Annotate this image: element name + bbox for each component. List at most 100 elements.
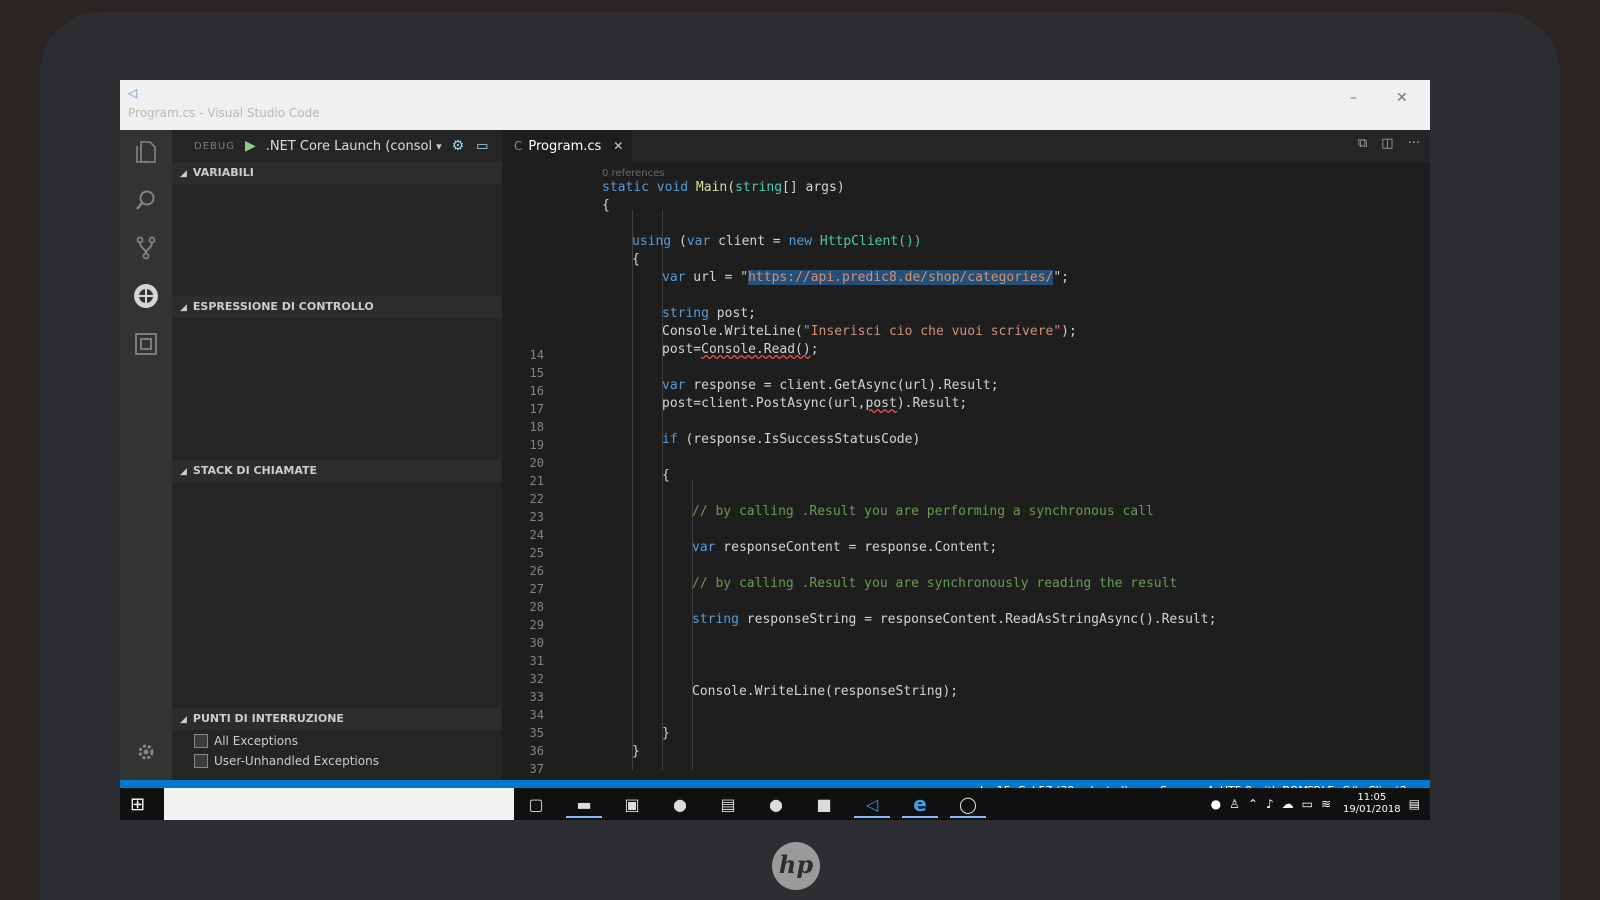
battery-icon[interactable]: ▭ (1302, 797, 1313, 811)
line-number-gutter: 14 15 16 17 18 19 20 21 22 23 24 25 26 2… (502, 162, 566, 812)
launch-settings-gear-icon[interactable]: ⚙ (452, 138, 465, 154)
line-number: 34 (529, 708, 544, 722)
code-line: } (662, 726, 670, 741)
editor-actions: ⧉ ◫ ··· (1344, 136, 1420, 151)
hp-logo: hp (772, 842, 820, 890)
taskbar-search-box[interactable] (164, 788, 514, 820)
breakpoint-user-unhandled[interactable]: User-Unhandled Exceptions (194, 754, 379, 768)
editor-area: C Program.cs ✕ ⧉ ◫ ··· 14 15 16 17 18 19… (502, 130, 1430, 812)
code-line: if (response.IsSuccessStatusCode) (662, 432, 921, 447)
code-line: using (var client = new HttpClient()) (632, 234, 922, 249)
line-number: 16 (529, 384, 544, 398)
line-number: 37 (529, 762, 544, 776)
store-icon[interactable]: ▣ (614, 792, 650, 816)
edge-icon[interactable]: e (902, 792, 938, 818)
tab-program-cs[interactable]: C Program.cs ✕ (502, 130, 632, 162)
error-squiggle: post (865, 396, 897, 411)
code-line: var responseContent = response.Content; (692, 540, 998, 555)
debug-toolbar: DEBUG ▶ .NET Core Launch (consol ▾ ⚙ ▭ (172, 130, 502, 162)
more-actions-icon[interactable]: ··· (1408, 136, 1420, 151)
clock-time: 11:05 (1357, 792, 1387, 803)
chevron-up-icon[interactable]: ⌃ (1248, 797, 1258, 811)
line-number: 24 (529, 528, 544, 542)
code-line: { (632, 252, 640, 267)
code-line: // by calling .Result you are performing… (692, 504, 1154, 519)
close-tab-icon[interactable]: ✕ (613, 139, 623, 153)
code-line: { (662, 468, 670, 483)
variables-section-header[interactable]: ◢ VARIABILI (172, 162, 502, 184)
chrome-icon[interactable]: ● (662, 792, 698, 816)
codelens-references[interactable]: 0 references (602, 168, 665, 179)
onedrive-icon[interactable]: ☁ (1282, 797, 1294, 811)
debug-console-icon[interactable]: ▭ (476, 139, 488, 154)
watch-title: ESPRESSIONE DI CONTROLLO (192, 300, 374, 313)
line-number: 21 (529, 474, 544, 488)
line-number: 25 (529, 546, 544, 560)
code-line: static void Main(string[] args) (602, 180, 845, 195)
code-line: post=Console.Read(); (662, 342, 819, 357)
file-explorer-icon[interactable]: ▬ (566, 792, 602, 818)
minimize-button[interactable]: – (1350, 90, 1357, 106)
debug-icon[interactable] (130, 280, 162, 312)
breakpoints-title: PUNTI DI INTERRUZIONE (192, 712, 344, 725)
caret-down-icon: ◢ (180, 303, 187, 313)
screen: ◁ Program.cs - Visual Studio Code – ✕ DE… (120, 80, 1430, 820)
line-number: 26 (529, 564, 544, 578)
line-number: 20 (529, 456, 544, 470)
code-line: { (602, 198, 610, 213)
source-control-icon[interactable] (130, 232, 162, 264)
line-number: 28 (529, 600, 544, 614)
chat-icon[interactable]: ◯ (950, 792, 986, 818)
search-icon[interactable] (130, 184, 162, 216)
split-editor-icon[interactable]: ◫ (1381, 136, 1393, 151)
launch-config-select[interactable]: .NET Core Launch (consol (266, 139, 432, 154)
checkbox[interactable] (194, 754, 208, 768)
files-icon[interactable] (130, 136, 162, 168)
chevron-down-icon[interactable]: ▾ (436, 140, 442, 153)
people-icon[interactable]: ♙ (1229, 797, 1240, 811)
breakpoints-section-header[interactable]: ◢ PUNTI DI INTERRUZIONE (172, 708, 502, 730)
clock-date: 19/01/2018 (1343, 804, 1401, 815)
volume-icon[interactable]: ♪ (1266, 797, 1274, 811)
notification-icon[interactable]: ▤ (1409, 797, 1420, 811)
code-line: Console.WriteLine("Inserisci cio che vuo… (662, 324, 1077, 339)
open-changes-icon[interactable]: ⧉ (1358, 136, 1367, 151)
gear-icon[interactable] (130, 736, 162, 768)
code-line: post=client.PostAsync(url,post).Result; (662, 396, 968, 411)
close-button[interactable]: ✕ (1396, 90, 1408, 106)
app-icon[interactable]: ■ (806, 792, 842, 816)
code-line: // by calling .Result you are synchronou… (692, 576, 1178, 591)
callstack-section-header[interactable]: ◢ STACK DI CHIAMATE (172, 460, 502, 482)
line-number: 30 (529, 636, 544, 650)
code-line: } (632, 744, 640, 759)
extensions-icon[interactable] (130, 328, 162, 360)
code-line: Console.WriteLine(responseString); (692, 684, 959, 699)
clock[interactable]: 11:05 19/01/2018 (1343, 792, 1401, 816)
wifi-icon[interactable]: ≋ (1321, 797, 1331, 811)
breakpoint-all-exceptions[interactable]: All Exceptions (194, 734, 298, 748)
watch-section-header[interactable]: ◢ ESPRESSIONE DI CONTROLLO (172, 296, 502, 318)
start-debugging-icon[interactable]: ▶ (245, 138, 256, 154)
caret-down-icon: ◢ (180, 169, 187, 179)
code-editor[interactable]: 0 references static void Main(string[] a… (602, 162, 1430, 780)
line-number: 18 (529, 420, 544, 434)
line-number: 33 (529, 690, 544, 704)
cortana-icon[interactable]: ● (1211, 797, 1221, 811)
line-number: 23 (529, 510, 544, 524)
csharp-file-icon: C (514, 139, 523, 153)
code-line: string post; (662, 306, 756, 321)
app-icon[interactable]: ● (758, 792, 794, 816)
task-view-icon[interactable]: ▢ (518, 792, 554, 816)
windows-start-icon[interactable]: ⊞ (130, 794, 145, 815)
selected-url-text: https://api.predic8.de/shop/categories/ (748, 270, 1054, 285)
app-icon[interactable]: ▤ (710, 792, 746, 816)
line-number: 27 (529, 582, 544, 596)
line-number: 15 (529, 366, 544, 380)
debug-sidebar: DEBUG ▶ .NET Core Launch (consol ▾ ⚙ ▭ ◢… (172, 130, 502, 780)
checkbox[interactable] (194, 734, 208, 748)
callstack-title: STACK DI CHIAMATE (192, 464, 317, 477)
windows-taskbar: ⊞ ▢ ▬ ▣ ● ▤ ● ■ ◁ e ◯ ● ♙ ⌃ ♪ ☁ ▭ ≋ 11:0… (120, 788, 1430, 820)
line-number: 36 (529, 744, 544, 758)
vscode-taskbar-icon[interactable]: ◁ (854, 792, 890, 818)
line-number: 19 (529, 438, 544, 452)
